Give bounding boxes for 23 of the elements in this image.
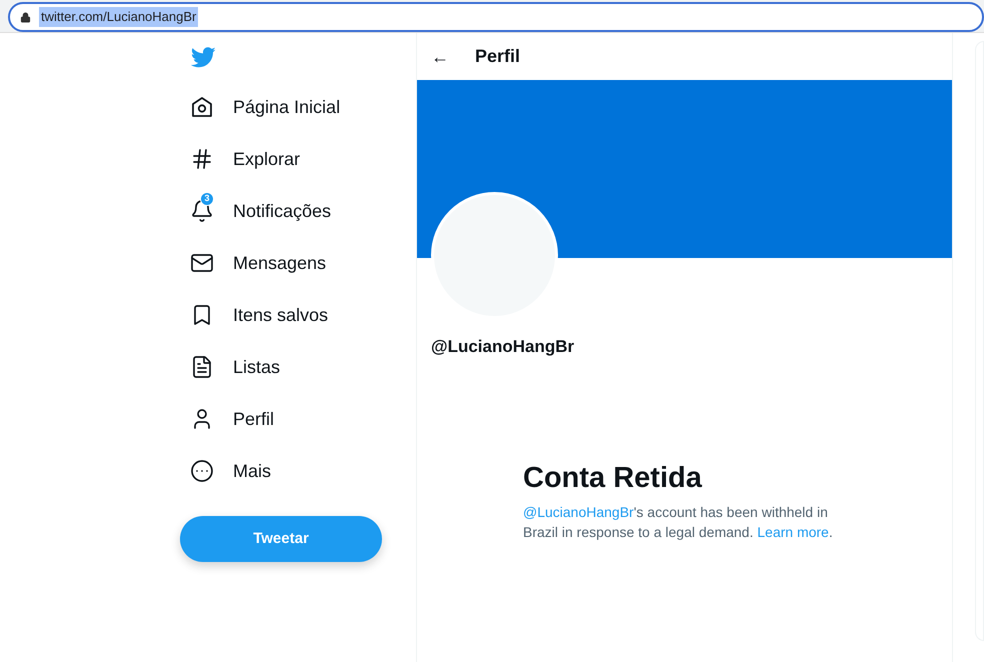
nav-item[interactable]: Itens salvos <box>180 289 340 341</box>
nav-item[interactable]: Mais <box>180 445 284 497</box>
nav-item[interactable]: Página Inicial <box>180 81 352 133</box>
url-text: twitter.com/LucianoHangBr <box>39 7 198 27</box>
address-bar[interactable]: twitter.com/LucianoHangBr <box>8 2 984 32</box>
notification-badge: 3 <box>200 192 214 206</box>
nav-item[interactable]: Explorar <box>180 133 312 185</box>
list-icon <box>190 355 214 379</box>
lock-icon <box>20 12 31 22</box>
nav-item[interactable]: Listas <box>180 341 292 393</box>
envelope-icon <box>190 251 214 275</box>
withheld-message: @LucianoHangBr's account has been withheld in Brazil in response to a legal demand. Learn more. <box>523 502 833 542</box>
page-title: Perfil <box>475 45 520 68</box>
nav-item[interactable]: Mensagens <box>180 237 338 289</box>
home-icon <box>190 95 214 119</box>
hashtag-icon <box>190 147 214 171</box>
bird-logo[interactable] <box>191 46 216 68</box>
nav-item[interactable]: Perfil <box>180 393 286 445</box>
profile-handle: @LucianoHangBr <box>431 336 574 358</box>
back-button[interactable]: ← <box>431 48 449 66</box>
more-icon <box>190 459 214 483</box>
nav-item[interactable]: 3 Notificações <box>180 185 344 237</box>
withheld-title: Conta Retida <box>523 460 703 496</box>
